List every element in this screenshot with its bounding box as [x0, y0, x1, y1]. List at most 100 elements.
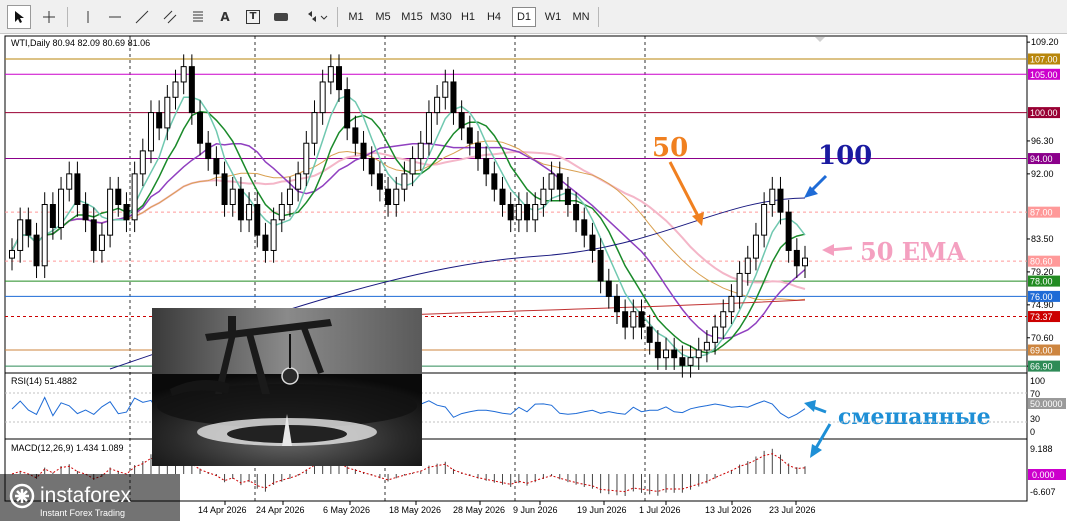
timeframe-w1[interactable]: W1 — [540, 7, 566, 27]
price-tag-text: 100.00 — [1030, 108, 1058, 118]
toolbar: A T M1 M5 M15 M30 H1 H4 D1 W1 MN — [0, 0, 1067, 34]
text-icon[interactable]: A — [213, 5, 237, 29]
rectangle-icon[interactable] — [269, 5, 293, 29]
candle-body — [752, 234, 759, 259]
vertical-line-icon[interactable] — [76, 5, 100, 29]
candle-body — [573, 204, 580, 221]
candle-body — [17, 219, 24, 251]
candle-body — [728, 295, 735, 313]
candle-body — [491, 173, 498, 190]
candle-body — [483, 158, 490, 175]
timeframe-m15[interactable]: M15 — [398, 7, 426, 27]
trendline-icon[interactable] — [130, 5, 154, 29]
macd-title: MACD(12,26,9) 1.434 1.089 — [11, 443, 124, 453]
candle-body — [401, 173, 408, 190]
macd-scale-bottom: -6.607 — [1030, 487, 1056, 497]
channel-icon[interactable] — [158, 5, 182, 29]
oil-pump-photo — [152, 308, 422, 466]
rsi-title: RSI(14) 51.4882 — [11, 376, 77, 386]
time-axis-label: 1 Jul 2026 — [639, 505, 681, 515]
candle-body — [687, 357, 694, 366]
candle-body — [33, 234, 40, 267]
candle-body — [548, 173, 555, 190]
timeframe-mn[interactable]: MN — [568, 7, 594, 27]
time-axis-label: 19 Jun 2026 — [577, 505, 627, 515]
candle-body — [147, 112, 154, 152]
time-axis-label: 9 Jun 2026 — [513, 505, 558, 515]
candle-body — [679, 357, 686, 366]
candle-body — [262, 234, 269, 251]
timeframe-h4[interactable]: H4 — [482, 7, 506, 27]
candle-body — [409, 158, 416, 175]
macd-tag-text: 0.000 — [1032, 470, 1055, 480]
candle-body — [605, 280, 612, 297]
candle-body — [319, 81, 326, 114]
candle-body — [295, 173, 302, 190]
price-scale-label: 109.20 — [1031, 37, 1059, 47]
cursor-icon[interactable] — [7, 5, 31, 29]
candle-body — [638, 311, 645, 328]
rsi-scale-0: 0 — [1030, 427, 1035, 437]
rsi-scale-30: 30 — [1030, 414, 1040, 424]
chart-area[interactable]: WTI,Daily 80.94 82.09 80.69 81.06 109.20… — [0, 34, 1067, 521]
candle-body — [254, 204, 261, 236]
candle-body — [246, 204, 253, 221]
candle-body — [663, 349, 670, 359]
timeframe-m5[interactable]: M5 — [370, 7, 396, 27]
candle-body — [368, 158, 375, 175]
time-axis-label: 6 May 2026 — [323, 505, 370, 515]
candle-body — [58, 188, 65, 228]
fibonacci-icon[interactable] — [186, 5, 210, 29]
price-tag-text: 78.00 — [1030, 277, 1053, 287]
candle-body — [278, 204, 285, 221]
rsi-tag-text: 50.0000 — [1030, 399, 1063, 409]
candle-body — [532, 204, 539, 221]
timeframe-h1[interactable]: H1 — [456, 7, 480, 27]
candle-body — [131, 173, 138, 221]
candle-body — [66, 173, 73, 190]
timeframe-d1[interactable]: D1 — [512, 7, 536, 27]
candle-body — [344, 89, 351, 129]
candle-body — [270, 219, 277, 251]
horizontal-line-icon[interactable] — [103, 5, 127, 29]
candle-body — [646, 326, 653, 343]
candle-body — [327, 66, 334, 83]
candle-body — [466, 127, 473, 144]
toolbar-separator — [67, 7, 68, 27]
candle-body — [237, 188, 244, 221]
candle-body — [622, 311, 629, 328]
time-axis-label: 13 Jul 2026 — [705, 505, 752, 515]
price-tag-text: 69.00 — [1030, 346, 1053, 356]
candle-body — [654, 341, 661, 359]
text-label-icon[interactable]: T — [241, 5, 265, 29]
candle-body — [434, 96, 441, 114]
price-tag-text: 87.00 — [1030, 208, 1053, 218]
candle-body — [385, 188, 392, 206]
candle-body — [303, 142, 310, 175]
timeframe-m30[interactable]: M30 — [427, 7, 455, 27]
candle-body — [25, 219, 32, 236]
rsi-scale-70: 70 — [1030, 389, 1040, 399]
crosshair-icon[interactable] — [37, 5, 61, 29]
price-scale-label: 83.50 — [1031, 234, 1054, 244]
price-tag-text: 73.37 — [1030, 312, 1053, 322]
candle-body — [540, 188, 547, 206]
timeframe-m1[interactable]: M1 — [343, 7, 369, 27]
candle-body — [703, 341, 710, 351]
time-axis-label: 18 May 2026 — [389, 505, 441, 515]
price-scale-label: 79.20 — [1031, 267, 1054, 277]
annotation-50-ema: 50 EMA — [860, 237, 966, 266]
candle-body — [123, 204, 130, 221]
candle-body — [450, 81, 457, 114]
candle-body — [793, 249, 800, 267]
candle-body — [164, 96, 171, 129]
arrows-icon[interactable] — [303, 5, 333, 29]
candle-body — [352, 127, 359, 144]
annotation-100: 100 — [818, 141, 872, 171]
candle-body — [499, 188, 506, 206]
candle-body — [213, 158, 220, 175]
candle-body — [205, 142, 212, 160]
candle-body — [90, 219, 97, 251]
candle-body — [107, 188, 114, 236]
candle-body — [597, 249, 604, 282]
